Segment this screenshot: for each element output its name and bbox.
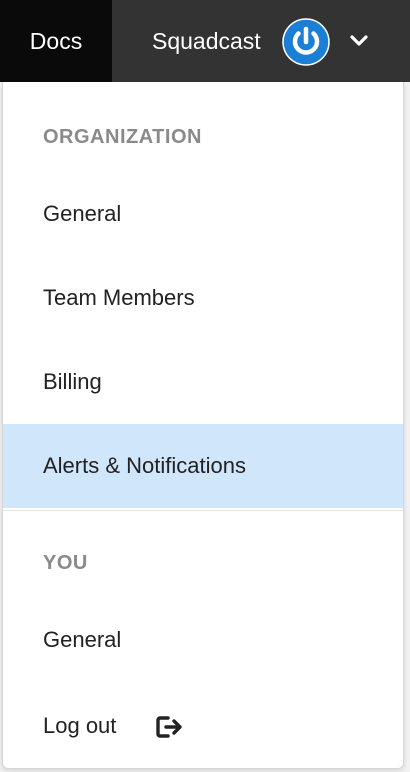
menu-item-label: Log out xyxy=(43,713,117,738)
menu-item-log-out[interactable]: Log out xyxy=(3,684,403,768)
org-switcher[interactable]: Squadcast xyxy=(140,0,410,82)
section-heading-you: YOU xyxy=(43,552,88,574)
menu-item-label: Team Members xyxy=(43,285,195,310)
docs-link[interactable]: Docs xyxy=(0,0,112,82)
menu-item-org-general[interactable]: General xyxy=(3,172,403,256)
org-name: Squadcast xyxy=(152,28,261,54)
chevron-down-icon[interactable] xyxy=(348,30,370,52)
menu-item-label: General xyxy=(43,627,122,652)
menu-item-label: General xyxy=(43,201,122,226)
menu-item-alerts-notifications[interactable]: Alerts & Notifications xyxy=(3,424,403,508)
logout-icon xyxy=(156,716,182,738)
menu-item-you-general[interactable]: General xyxy=(3,598,403,682)
menu-item-label: Alerts & Notifications xyxy=(43,453,246,478)
menu-item-label: Billing xyxy=(43,369,102,394)
page: Docs Squadcast ORGANIZATION General Team… xyxy=(0,0,410,772)
account-dropdown-menu: ORGANIZATION General Team Members Billin… xyxy=(2,82,404,769)
top-nav-bar: Docs Squadcast xyxy=(0,0,410,82)
section-heading-organization: ORGANIZATION xyxy=(43,126,202,148)
menu-item-team-members[interactable]: Team Members xyxy=(3,256,403,340)
menu-item-billing[interactable]: Billing xyxy=(3,340,403,424)
section-divider xyxy=(3,510,403,511)
power-icon xyxy=(282,18,330,66)
